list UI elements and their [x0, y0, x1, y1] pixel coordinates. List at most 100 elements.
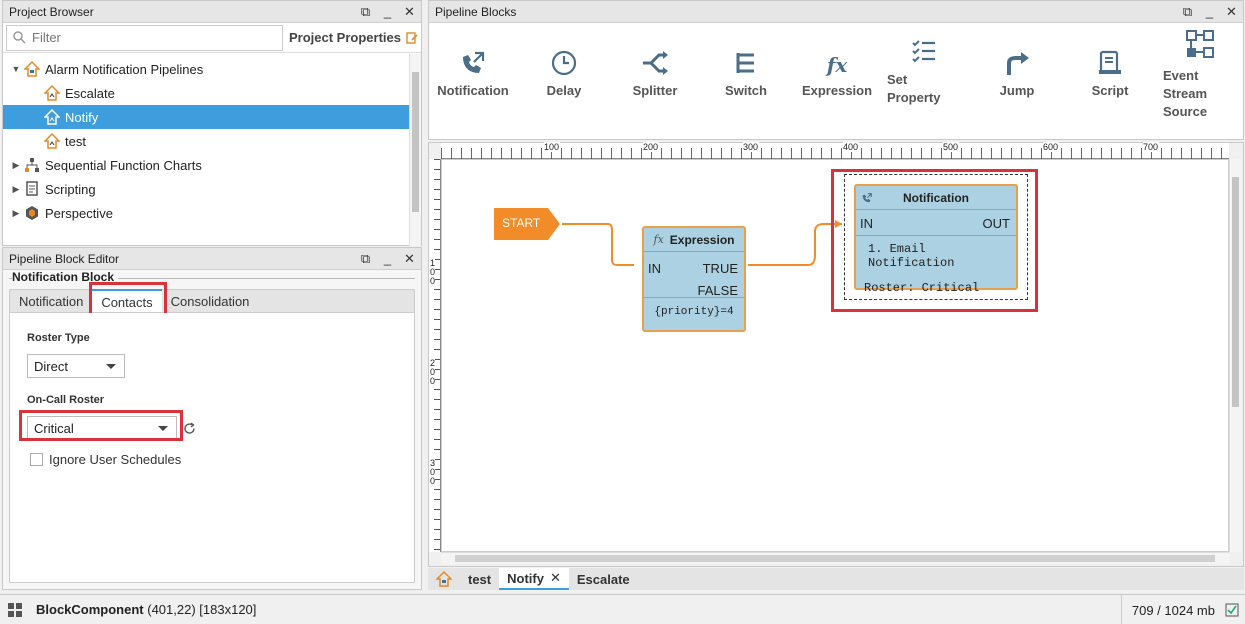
tab-notification[interactable]: Notification	[10, 290, 92, 312]
tab-consolidation[interactable]: Consolidation	[162, 290, 259, 312]
ruler-label: 1 0 0	[430, 258, 436, 286]
ruler-label: 2 0 0	[430, 358, 436, 386]
tree-item-alarm-pipelines[interactable]: ▼ Alarm Notification Pipelines	[3, 57, 409, 81]
roster-type-value: Direct	[34, 358, 68, 374]
status-text: BlockComponent (401,22) [183x120]	[36, 602, 256, 617]
notification-detail-2: Roster: Critical	[864, 281, 980, 295]
filter-field[interactable]	[6, 24, 283, 51]
notification-detail-1: 1. Email Notification	[868, 242, 955, 270]
tool-jump[interactable]: Jump	[995, 41, 1039, 98]
tool-label: Delay	[546, 83, 582, 98]
ruler-vertical: 1 0 0 2 0 0 3 0 0	[429, 159, 441, 552]
close-icon[interactable]: ✕	[1226, 5, 1237, 18]
project-properties-button[interactable]: Project Properties	[289, 30, 419, 45]
tool-delay[interactable]: Delay	[539, 41, 589, 98]
ignore-schedules-label: Ignore User Schedules	[49, 452, 182, 467]
project-tree-scrollbar[interactable]	[409, 54, 421, 246]
memory-indicator[interactable]: 709 / 1024 mb	[1120, 595, 1215, 624]
tree-item-label: Perspective	[45, 205, 113, 221]
block-editor-header: Pipeline Block Editor ⧉ _ ✕	[3, 248, 421, 270]
expression-block-title: Expression	[669, 232, 735, 247]
start-node[interactable]: START	[494, 208, 562, 240]
expression-text: {priority}=4	[654, 306, 734, 318]
port-out-label: OUT	[982, 216, 1010, 231]
port-false-label: FALSE	[697, 283, 738, 298]
tool-expression[interactable]: fx Expression	[801, 41, 873, 98]
tree-item-notify[interactable]: Notify	[3, 105, 409, 129]
notification-icon	[862, 193, 872, 203]
tree-item-sfc[interactable]: ▶ Sequential Function Charts	[3, 153, 409, 177]
tree-item-label: Escalate	[65, 85, 115, 101]
minimize-icon[interactable]: _	[1204, 5, 1215, 18]
canvas-vertical-scrollbar[interactable]	[1229, 159, 1241, 552]
port-in-label: IN	[860, 216, 873, 231]
pipeline-block-editor-panel: Pipeline Block Editor ⧉ _ ✕ Notification…	[2, 247, 422, 590]
doc-tab-label: Notify	[507, 570, 544, 586]
on-call-roster-select[interactable]: Critical	[27, 416, 177, 440]
chevron-right-icon[interactable]: ▶	[11, 208, 21, 219]
tree-item-escalate[interactable]: Escalate	[3, 81, 409, 105]
chevron-right-icon[interactable]: ▶	[11, 184, 21, 195]
close-icon[interactable]: ✕	[404, 252, 415, 265]
memory-text: 709 / 1024 mb	[1131, 602, 1215, 618]
status-component: BlockComponent	[36, 602, 144, 617]
tree-item-perspective[interactable]: ▶ Perspective	[3, 201, 409, 225]
expression-block[interactable]: fx Expression IN TRUE FALSE {priority}=4	[642, 226, 746, 332]
tool-event-stream-source[interactable]: Event Stream Source	[1163, 29, 1223, 121]
pipeline-canvas[interactable]: START fx Expression IN TRUE FALSE {prior…	[441, 159, 1229, 552]
pipeline-designer: 100 200 300 400 500 600 700 1 0 0 2 0 0 …	[428, 142, 1244, 567]
refresh-icon[interactable]	[183, 422, 196, 435]
tree-item-label: Notify	[65, 109, 99, 125]
minimize-icon[interactable]: _	[382, 252, 393, 265]
ruler-label: 500	[943, 142, 960, 152]
chevron-down-icon[interactable]: ▼	[11, 64, 21, 74]
filter-input[interactable]	[32, 30, 252, 45]
pipeline-icon	[44, 109, 60, 125]
close-icon[interactable]: ✕	[550, 570, 561, 586]
tool-label: Notification	[437, 83, 509, 98]
tool-label: Splitter	[632, 83, 678, 98]
on-call-roster-label: On-Call Roster	[27, 394, 105, 406]
event-stream-icon	[1186, 30, 1214, 58]
clock-icon	[551, 50, 577, 76]
float-icon[interactable]: ⧉	[1182, 5, 1193, 18]
tree-item-scripting[interactable]: ▶ Scripting	[3, 177, 409, 201]
chevron-down-icon	[106, 364, 116, 369]
tool-switch[interactable]: Switch	[721, 41, 771, 98]
ignore-schedules-option[interactable]: Ignore User Schedules	[30, 452, 181, 467]
splitter-icon	[643, 51, 668, 75]
doc-tab-escalate[interactable]: Escalate	[569, 568, 638, 590]
float-icon[interactable]: ⧉	[360, 252, 371, 265]
close-icon[interactable]: ✕	[404, 5, 415, 18]
ignore-schedules-checkbox[interactable]	[30, 453, 43, 466]
tree-item-test[interactable]: test	[3, 129, 409, 153]
tool-script[interactable]: Script	[1085, 41, 1135, 98]
minimize-icon[interactable]: _	[382, 5, 393, 18]
doc-tab-test[interactable]: test	[460, 568, 499, 590]
on-call-roster-value: Critical	[34, 420, 74, 436]
script-icon	[1099, 50, 1121, 74]
properties-icon	[406, 31, 418, 44]
tool-label: Jump	[999, 83, 1035, 98]
notification-block[interactable]: Notification IN OUT 1. Email Notificatio…	[854, 184, 1018, 295]
tree-item-label: Alarm Notification Pipelines	[45, 61, 204, 77]
port-true-label: TRUE	[702, 261, 738, 276]
jump-icon	[1007, 52, 1029, 75]
chevron-right-icon[interactable]: ▶	[11, 160, 21, 171]
canvas-horizontal-scrollbar[interactable]	[441, 552, 1229, 564]
tab-contacts[interactable]: Contacts	[92, 289, 162, 312]
contacts-tab-body: Roster Type Direct On-Call Roster Critic…	[9, 313, 415, 583]
project-browser-header: Project Browser ⧉ _ ✕	[3, 1, 421, 23]
pipeline-icon	[436, 571, 452, 587]
grid-icon[interactable]	[8, 602, 22, 617]
checklist-icon[interactable]	[1225, 603, 1239, 617]
ruler-label: 200	[643, 142, 660, 152]
doc-tab-notify[interactable]: Notify ✕	[499, 568, 569, 590]
tool-notification[interactable]: Notification	[437, 41, 509, 98]
roster-type-select[interactable]: Direct	[27, 354, 125, 378]
pipeline-folder-icon	[24, 61, 40, 77]
float-icon[interactable]: ⧉	[360, 5, 371, 18]
tool-splitter[interactable]: Splitter	[627, 41, 683, 98]
tool-set-property[interactable]: Set Property	[887, 39, 947, 107]
set-property-icon	[912, 40, 935, 63]
